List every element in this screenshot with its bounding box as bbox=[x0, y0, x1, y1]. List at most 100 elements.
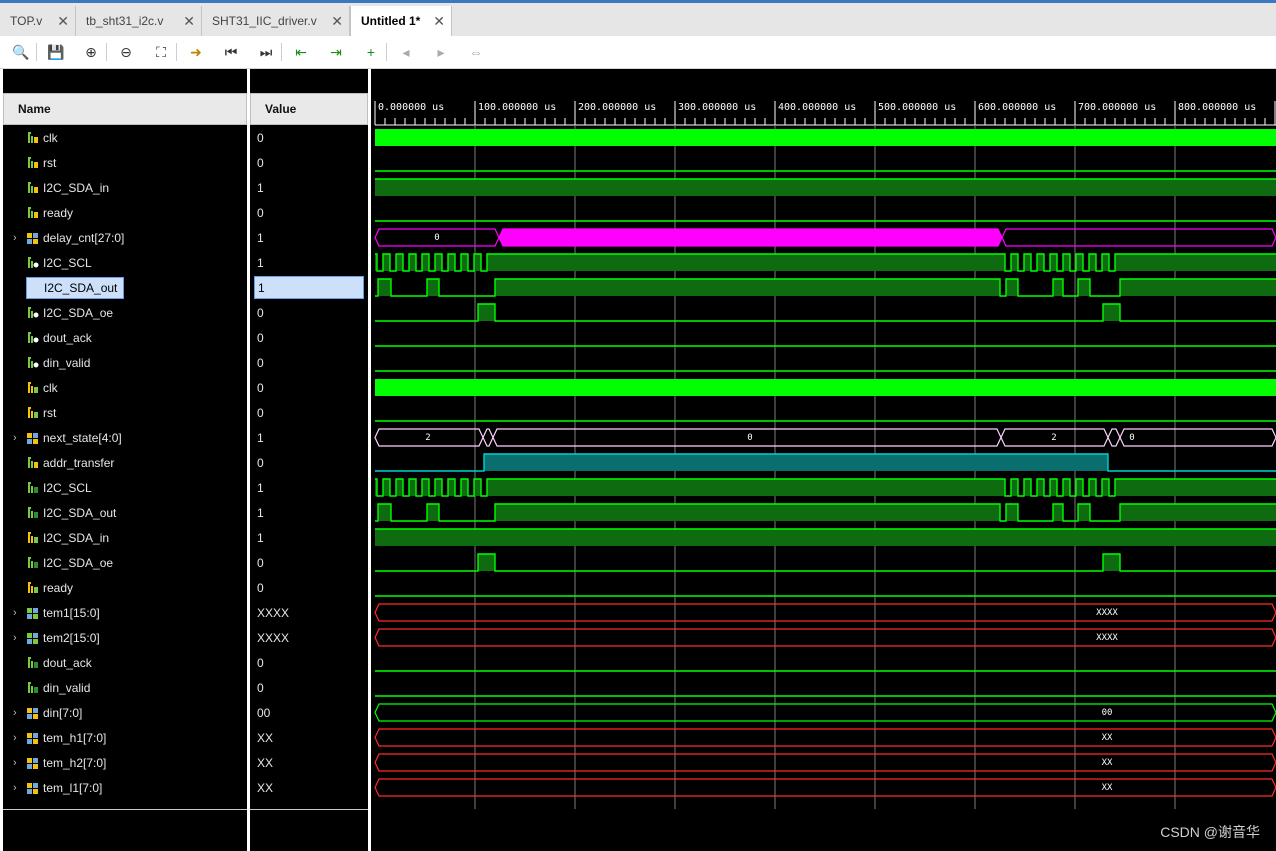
tab-tb-sht31-i2c[interactable]: tb_sht31_i2c.v ✕ bbox=[76, 6, 202, 36]
empty-area bbox=[371, 809, 1276, 851]
signal-value-row[interactable]: 0 bbox=[250, 575, 368, 600]
signal-value-row[interactable]: 1 bbox=[250, 525, 368, 550]
signal-name: rst bbox=[43, 155, 57, 170]
close-icon[interactable]: ✕ bbox=[183, 13, 195, 30]
signal-value-row[interactable]: 1 bbox=[250, 475, 368, 500]
signal-row[interactable]: rst bbox=[3, 400, 247, 425]
signal-row[interactable]: ready bbox=[3, 575, 247, 600]
waveform-canvas[interactable]: 0.000000 us 100.000000 us 200.000000 us 300… bbox=[371, 69, 1276, 851]
wire-signal-icon bbox=[27, 131, 39, 144]
expand-chevron-icon[interactable]: › bbox=[13, 632, 23, 644]
add-marker-icon: + bbox=[366, 44, 376, 60]
zoom-in-button[interactable]: ⊕ bbox=[81, 42, 101, 62]
expand-chevron-icon[interactable]: › bbox=[13, 432, 23, 444]
signal-value-row[interactable]: XX bbox=[250, 750, 368, 775]
signal-value-row[interactable]: 0 bbox=[250, 400, 368, 425]
expand-chevron-icon[interactable]: › bbox=[13, 757, 23, 769]
close-icon[interactable]: ✕ bbox=[433, 13, 445, 30]
zoom-fit-button[interactable]: ⛶ bbox=[151, 42, 171, 62]
value-column-header[interactable]: Value bbox=[250, 93, 368, 125]
signal-value-row[interactable]: 0 bbox=[250, 550, 368, 575]
signal-value-row[interactable]: 0 bbox=[250, 675, 368, 700]
tab-sht31-iic-driver[interactable]: SHT31_IIC_driver.v ✕ bbox=[202, 6, 350, 36]
signal-value-row[interactable]: 1 bbox=[254, 276, 364, 299]
signal-row[interactable]: addr_transfer bbox=[3, 450, 247, 475]
signal-value-row[interactable]: 0 bbox=[250, 650, 368, 675]
signal-row[interactable]: › tem2[15:0] bbox=[3, 625, 247, 650]
signal-value-row[interactable]: 1 bbox=[250, 250, 368, 275]
next-marker-button[interactable]: ▸ bbox=[431, 42, 451, 62]
signal-value: 0 bbox=[257, 455, 264, 470]
signal-row[interactable]: › tem1[15:0] bbox=[3, 600, 247, 625]
high-level-fill bbox=[461, 254, 468, 271]
signal-value-row[interactable]: 1 bbox=[250, 500, 368, 525]
signal-row[interactable]: dout_ack bbox=[3, 650, 247, 675]
signal-value-row[interactable]: 0 bbox=[250, 375, 368, 400]
signal-row[interactable]: › din[7:0] bbox=[3, 700, 247, 725]
signal-row[interactable]: din_valid bbox=[3, 350, 247, 375]
previous-transition-button[interactable]: ⇤ bbox=[291, 42, 311, 62]
expand-chevron-icon[interactable]: › bbox=[13, 707, 23, 719]
search-button[interactable]: 🔍 bbox=[11, 42, 31, 62]
go-to-cursor-button[interactable]: ➜ bbox=[186, 42, 206, 62]
signal-value-row[interactable]: 0 bbox=[250, 350, 368, 375]
waveform-pane[interactable]: 0.000000 us 100.000000 us 200.000000 us 300… bbox=[371, 69, 1276, 851]
signal-value-row[interactable]: 1 bbox=[250, 225, 368, 250]
expand-chevron-icon[interactable]: › bbox=[13, 782, 23, 794]
signal-value-row[interactable]: 0 bbox=[250, 300, 368, 325]
signal-row[interactable]: clk bbox=[3, 125, 247, 150]
signal-value-row[interactable]: 0 bbox=[250, 450, 368, 475]
tab-top-v[interactable]: TOP.v ✕ bbox=[0, 6, 76, 36]
signal-row[interactable]: ready bbox=[3, 200, 247, 225]
signal-row[interactable]: › next_state[4:0] bbox=[3, 425, 247, 450]
swap-cursors-button[interactable]: ⇔ bbox=[466, 42, 486, 62]
signal-row[interactable]: › tem_h2[7:0] bbox=[3, 750, 247, 775]
signal-value-row[interactable]: 1 bbox=[250, 175, 368, 200]
wire-signal-icon bbox=[27, 356, 39, 369]
signal-row[interactable]: I2C_SDA_in bbox=[3, 525, 247, 550]
signal-row[interactable]: › delay_cnt[27:0] bbox=[3, 225, 247, 250]
signal-row[interactable]: din_valid bbox=[3, 675, 247, 700]
high-level-fill bbox=[1006, 279, 1018, 296]
signal-row[interactable]: rst bbox=[3, 150, 247, 175]
signal-name: next_state[4:0] bbox=[43, 430, 122, 445]
go-to-last-time-button[interactable]: ⏭ bbox=[256, 42, 276, 62]
close-icon[interactable]: ✕ bbox=[57, 13, 69, 30]
wire-signal-icon bbox=[27, 656, 39, 669]
signal-row[interactable]: I2C_SDA_out bbox=[3, 275, 247, 300]
signal-row[interactable]: I2C_SCL bbox=[3, 475, 247, 500]
signal-value-row[interactable]: 00 bbox=[250, 700, 368, 725]
signal-row[interactable]: I2C_SDA_out bbox=[3, 500, 247, 525]
signal-value-row[interactable]: 0 bbox=[250, 200, 368, 225]
signal-row[interactable]: › tem_h1[7:0] bbox=[3, 725, 247, 750]
signal-row[interactable]: I2C_SDA_in bbox=[3, 175, 247, 200]
add-marker-button[interactable]: + bbox=[361, 42, 381, 62]
signal-value-row[interactable]: 0 bbox=[250, 325, 368, 350]
signal-row[interactable]: I2C_SDA_oe bbox=[3, 550, 247, 575]
signal-value-row[interactable]: XXXX bbox=[250, 625, 368, 650]
tab-untitled-1[interactable]: Untitled 1* ✕ bbox=[350, 6, 452, 36]
signal-row[interactable]: I2C_SDA_oe bbox=[3, 300, 247, 325]
signal-row[interactable]: I2C_SCL bbox=[3, 250, 247, 275]
clock-waveform bbox=[375, 129, 1276, 146]
signal-value-row[interactable]: XX bbox=[250, 775, 368, 800]
save-button[interactable]: 💾 bbox=[46, 42, 66, 62]
signal-value-row[interactable]: XXXX bbox=[250, 600, 368, 625]
name-column-header[interactable]: Name bbox=[3, 93, 247, 125]
signal-value-row[interactable]: XX bbox=[250, 725, 368, 750]
expand-chevron-icon[interactable]: › bbox=[13, 732, 23, 744]
next-transition-button[interactable]: ⇥ bbox=[326, 42, 346, 62]
go-to-time-zero-button[interactable]: ⏮ bbox=[221, 42, 241, 62]
expand-chevron-icon[interactable]: › bbox=[13, 232, 23, 244]
high-level-fill bbox=[1103, 304, 1120, 321]
close-icon[interactable]: ✕ bbox=[331, 13, 343, 30]
signal-row[interactable]: › tem_l1[7:0] bbox=[3, 775, 247, 800]
signal-row[interactable]: clk bbox=[3, 375, 247, 400]
signal-value-row[interactable]: 0 bbox=[250, 125, 368, 150]
zoom-out-button[interactable]: ⊖ bbox=[116, 42, 136, 62]
signal-row[interactable]: dout_ack bbox=[3, 325, 247, 350]
expand-chevron-icon[interactable]: › bbox=[13, 607, 23, 619]
previous-marker-button[interactable]: ◂ bbox=[396, 42, 416, 62]
signal-value-row[interactable]: 1 bbox=[250, 425, 368, 450]
signal-value-row[interactable]: 0 bbox=[250, 150, 368, 175]
